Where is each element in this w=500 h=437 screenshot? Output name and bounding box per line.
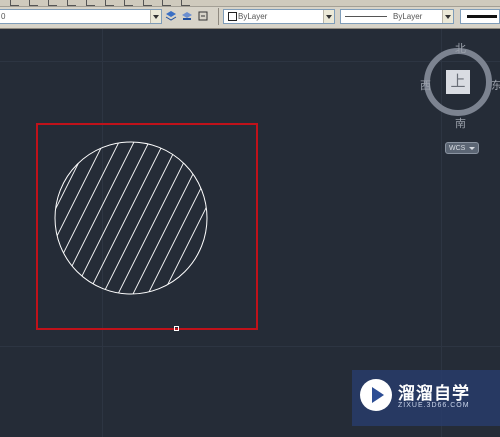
viewcube[interactable]: 上 北 南 西 东: [418, 40, 500, 140]
play-icon: [360, 379, 392, 411]
toolbar-separator: [218, 8, 219, 25]
toolbar-icon[interactable]: [29, 0, 38, 6]
layer-previous-icon[interactable]: [196, 9, 209, 22]
viewcube-top-face[interactable]: 上: [446, 70, 470, 94]
toolbar-icon[interactable]: [181, 0, 190, 6]
grid-line: [0, 346, 500, 347]
make-current-icon[interactable]: [180, 9, 193, 22]
compass-east[interactable]: 东: [491, 77, 500, 93]
color-dropdown[interactable]: ByLayer: [223, 9, 335, 24]
watermark: 溜溜自学 ZIXUE.3D66.COM: [352, 370, 500, 426]
watermark-subtitle: ZIXUE.3D66.COM: [398, 402, 470, 409]
toolbar-icon[interactable]: [10, 0, 19, 6]
layer-tools: [164, 9, 209, 22]
chevron-down-icon[interactable]: [442, 10, 453, 23]
layer-value: 0: [1, 12, 6, 21]
toolbar-icon[interactable]: [124, 0, 133, 6]
wcs-menu[interactable]: WCS: [445, 142, 479, 154]
chevron-down-icon[interactable]: [323, 10, 334, 23]
toolbar-icon[interactable]: [162, 0, 171, 6]
grip-handle[interactable]: [174, 326, 179, 331]
color-value: ByLayer: [238, 12, 268, 21]
compass-north[interactable]: 北: [455, 40, 466, 56]
color-swatch: [228, 12, 237, 21]
chevron-down-icon[interactable]: [150, 10, 161, 23]
hatched-circle[interactable]: [40, 130, 240, 320]
linetype-sample: [345, 16, 387, 17]
upper-toolbar-icons: [0, 0, 190, 6]
hatch-pattern[interactable]: [40, 130, 240, 320]
toolbar-icon[interactable]: [143, 0, 152, 6]
compass-south[interactable]: 南: [455, 115, 466, 131]
upper-toolbar-strip: [0, 0, 500, 7]
properties-toolbar: 0 ByLayer ByLayer: [0, 0, 500, 29]
toolbar-icon[interactable]: [105, 0, 114, 6]
layer-dropdown[interactable]: 0: [0, 9, 162, 24]
linetype-value: ByLayer: [393, 12, 423, 21]
layer-states-icon[interactable]: [164, 9, 177, 22]
compass-west[interactable]: 西: [420, 77, 431, 93]
toolbar-icon[interactable]: [67, 0, 76, 6]
toolbar-icon[interactable]: [86, 0, 95, 6]
lineweight-dropdown[interactable]: [460, 9, 500, 24]
toolbar-icon[interactable]: [48, 0, 57, 6]
watermark-title: 溜溜自学: [398, 384, 470, 403]
